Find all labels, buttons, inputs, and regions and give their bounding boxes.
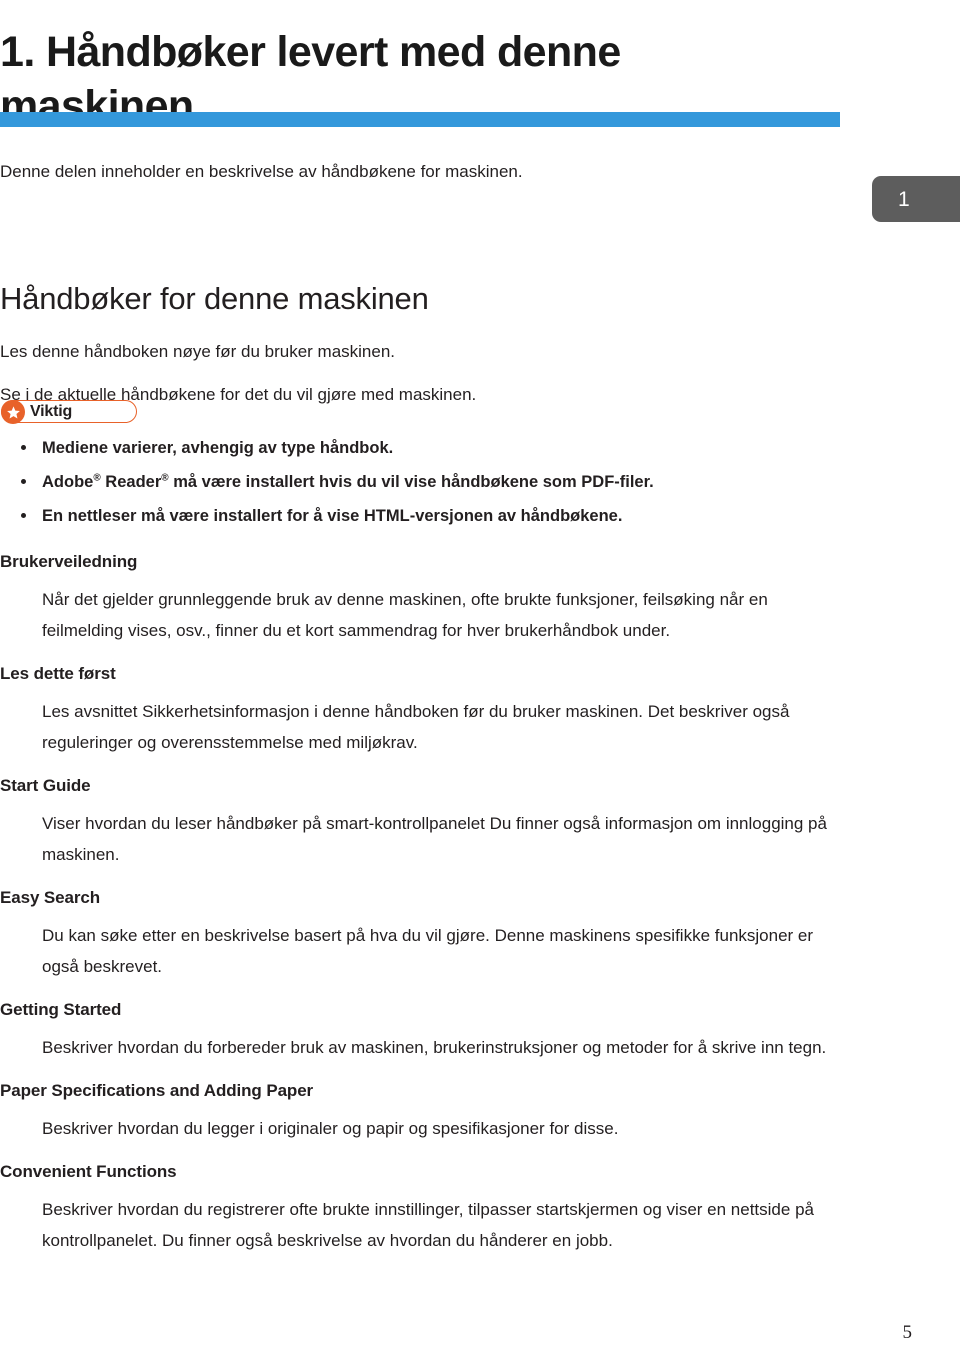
- bullet-dot-icon: [21, 513, 26, 518]
- chapter-intro-text: Denne delen inneholder en beskrivelse av…: [0, 162, 523, 181]
- list-item: Mediene varierer, avhengig av type håndb…: [0, 437, 900, 459]
- important-notice-badge: Viktig: [1, 400, 137, 424]
- manual-entry: Paper Specifications and Adding Paper Be…: [0, 1080, 900, 1144]
- bullet-dot-icon: [21, 445, 26, 450]
- registered-trademark-icon: ®: [161, 472, 169, 484]
- manual-entry: Les dette først Les avsnittet Sikkerhets…: [0, 663, 900, 758]
- manual-entry-title: Paper Specifications and Adding Paper: [0, 1081, 314, 1100]
- list-item-text: En nettleser må være installert for å vi…: [42, 507, 623, 525]
- list-item: Adobe® Reader® må være installert hvis d…: [0, 471, 900, 493]
- manual-entry-description: Beskriver hvordan du forbereder bruk av …: [42, 1038, 827, 1057]
- manual-entry-description: Viser hvordan du leser håndbøker på smar…: [42, 814, 827, 864]
- list-item-text-part-3: må være installert hvis du vil vise hånd…: [168, 473, 654, 491]
- manual-entry-title: Les dette først: [0, 664, 116, 683]
- chapter-tab-number: 1: [898, 187, 910, 211]
- section-heading: Håndbøker for denne maskinen: [0, 280, 429, 316]
- manual-entry-title: Getting Started: [0, 1000, 122, 1019]
- manual-entry: Easy Search Du kan søke etter en beskriv…: [0, 887, 900, 982]
- manual-entry-title: Brukerveiledning: [0, 552, 138, 571]
- title-divider-rule: [0, 112, 840, 127]
- manual-entry-description: Når det gjelder grunnleggende bruk av de…: [42, 590, 768, 640]
- manual-entry-description: Beskriver hvordan du legger i originaler…: [42, 1119, 619, 1138]
- manual-entry-title: Start Guide: [0, 776, 91, 795]
- manual-entry-description: Du kan søke etter en beskrivelse basert …: [42, 926, 814, 976]
- manual-entry-description: Beskriver hvordan du registrerer ofte br…: [42, 1200, 814, 1250]
- important-notice-label: Viktig: [30, 402, 73, 420]
- list-item-text-part-1: Adobe: [42, 473, 94, 491]
- lead-paragraph-1: Les denne håndboken nøye før du bruker m…: [0, 342, 396, 361]
- manual-entry-description: Les avsnittet Sikkerhetsinformasjon i de…: [42, 702, 790, 752]
- manual-entry-title: Convenient Functions: [0, 1162, 177, 1181]
- requirements-bullet-list: Mediene varierer, avhengig av type håndb…: [0, 437, 900, 539]
- manual-entry: Convenient Functions Beskriver hvordan d…: [0, 1161, 900, 1256]
- footer-page-number: 5: [902, 1322, 913, 1343]
- manual-entry-title: Easy Search: [0, 888, 101, 907]
- list-item-text: Mediene varierer, avhengig av type håndb…: [42, 439, 394, 457]
- manual-entry: Brukerveiledning Når det gjelder grunnle…: [0, 551, 900, 646]
- list-item-text-part-2: Reader: [100, 473, 162, 491]
- bullet-dot-icon: [21, 479, 26, 484]
- manual-entry: Start Guide Viser hvordan du leser håndb…: [0, 775, 900, 870]
- document-page: 1. Håndbøker levert med denne maskinen D…: [0, 0, 960, 1361]
- registered-trademark-icon: ®: [93, 472, 101, 484]
- manual-entry: Getting Started Beskriver hvordan du for…: [0, 999, 900, 1063]
- star-icon: [1, 400, 25, 424]
- chapter-page-tab: 1: [872, 176, 960, 222]
- list-item: En nettleser må være installert for å vi…: [0, 505, 900, 527]
- manual-entry-list: Brukerveiledning Når det gjelder grunnle…: [0, 551, 900, 1273]
